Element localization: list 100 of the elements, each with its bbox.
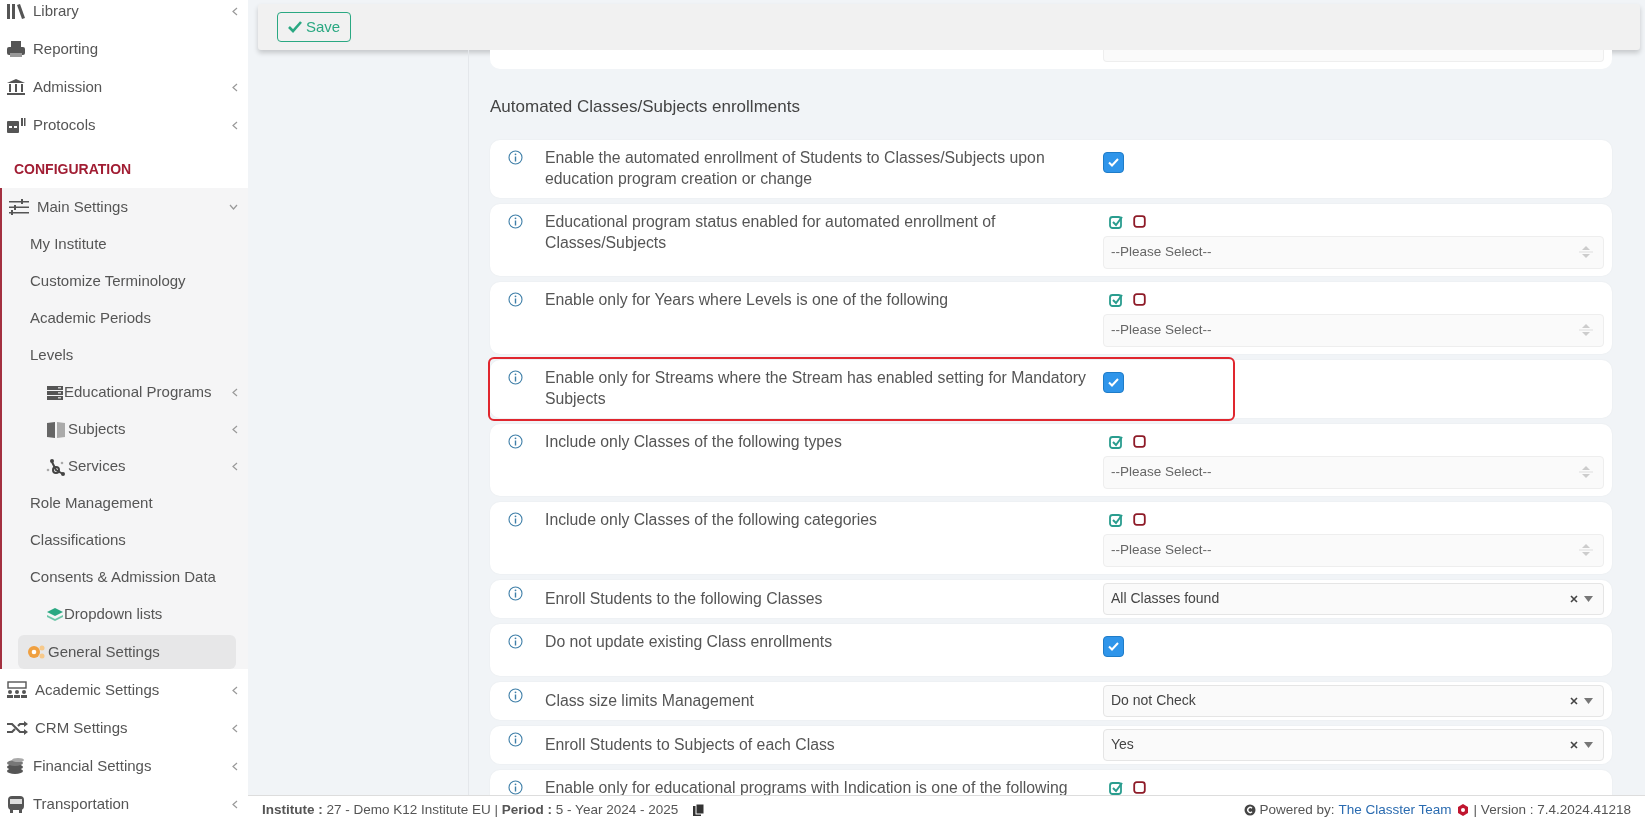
sidebar-item[interactable]: Academic Settings — [0, 671, 248, 709]
check-all-icon[interactable] — [1109, 214, 1123, 229]
logo-icon — [1455, 803, 1470, 817]
info-icon[interactable] — [508, 213, 523, 229]
chevron-down-icon[interactable] — [229, 204, 238, 210]
version-text: | Version : 7.4.2024.41218 — [1473, 800, 1631, 819]
multi-select-field[interactable]: --Please Select-- — [1103, 533, 1604, 567]
clear-icon[interactable] — [1570, 594, 1578, 603]
setting-label: Enable the automated enrollment of Students to Classes/Subjects upon education program creation or change — [545, 147, 1046, 189]
printer-icon — [6, 40, 26, 58]
checkbox[interactable] — [1103, 635, 1124, 657]
powered-by-text: Powered by: — [1259, 800, 1335, 819]
sidebar-item[interactable]: Financial Settings — [0, 747, 248, 785]
setting-label: Include only Classes of the following types — [545, 431, 843, 452]
sidebar-item[interactable]: General Settings — [18, 635, 236, 669]
setting-label: Enable only for educational programs with Indication is one of the following — [545, 777, 1069, 795]
chevron-left-icon[interactable] — [232, 388, 238, 397]
nodes-icon — [46, 457, 66, 476]
sidebar-item[interactable]: Protocols — [0, 106, 248, 144]
sidebar-item[interactable]: Dropdown lists — [18, 596, 248, 633]
section-header: CONFIGURATION — [14, 160, 132, 179]
shuffle-icon — [6, 720, 28, 736]
sidebar-item[interactable]: Educational Programs — [18, 374, 248, 411]
setting-label: Enable only for Years where Levels is one of the following — [545, 289, 950, 310]
chevron-left-icon[interactable] — [232, 462, 238, 471]
clear-icon[interactable] — [1570, 696, 1578, 705]
uncheck-all-icon[interactable] — [1133, 435, 1146, 448]
info-icon[interactable] — [508, 511, 523, 527]
sidebar-item[interactable]: Main Settings — [2, 188, 248, 226]
checkbox[interactable] — [1103, 371, 1124, 393]
select-field[interactable]: Yes — [1103, 728, 1604, 761]
sidebar-item[interactable]: Reporting — [0, 30, 248, 68]
sidebar-item[interactable]: Academic Periods — [18, 300, 248, 337]
copy-icon[interactable] — [692, 803, 706, 817]
uncheck-all-icon[interactable] — [1133, 781, 1146, 794]
check-all-icon[interactable] — [1109, 292, 1123, 307]
info-icon[interactable] — [508, 291, 523, 307]
info-icon[interactable] — [508, 149, 523, 165]
info-icon[interactable] — [508, 687, 523, 703]
check-icon — [1108, 377, 1119, 387]
setting-label: Include only Classes of the following categories — [545, 509, 878, 530]
coins-icon — [6, 757, 26, 775]
sidebar-item[interactable]: CRM Settings — [0, 709, 248, 747]
book-icon — [46, 420, 66, 439]
sliders-icon — [8, 199, 30, 215]
uncheck-all-icon[interactable] — [1133, 513, 1146, 526]
sidebar-item[interactable]: Transportation — [0, 785, 248, 823]
check-all-icon[interactable] — [1109, 434, 1123, 449]
layers-icon — [46, 606, 64, 623]
caret-icon[interactable] — [1584, 595, 1593, 602]
sidebar-item[interactable]: My Institute — [18, 226, 248, 263]
select-field[interactable]: Do not Check — [1103, 684, 1604, 717]
info-icon[interactable] — [508, 585, 523, 601]
info-icon[interactable] — [508, 779, 523, 795]
people-icon — [6, 681, 28, 699]
spinner-icon — [1579, 321, 1593, 339]
check-icon — [1108, 157, 1119, 167]
chevron-left-icon[interactable] — [232, 761, 238, 771]
checkbox[interactable] — [1103, 151, 1124, 173]
select-field[interactable]: All Classes found — [1103, 582, 1604, 615]
bank-icon — [6, 78, 26, 96]
section-title: Automated Classes/Subjects enrollments — [490, 96, 801, 118]
check-all-icon[interactable] — [1109, 512, 1123, 527]
info-icon[interactable] — [508, 369, 523, 385]
chevron-left-icon[interactable] — [232, 6, 238, 16]
clear-icon[interactable] — [1570, 740, 1578, 749]
setting-label: Enroll Students to the following Classes — [545, 588, 824, 609]
multi-select-field[interactable]: --Please Select-- — [1103, 455, 1604, 489]
check-all-icon[interactable] — [1109, 780, 1123, 795]
caret-icon[interactable] — [1584, 741, 1593, 748]
uncheck-all-icon[interactable] — [1133, 293, 1146, 306]
server-icon — [46, 384, 64, 401]
caret-icon[interactable] — [1584, 697, 1593, 704]
sidebar-item[interactable]: Role Management — [18, 485, 248, 522]
sidebar-item[interactable]: Library — [0, 0, 248, 30]
sidebar-item[interactable]: Consents & Admission Data — [18, 559, 248, 596]
spinner-icon — [1579, 243, 1593, 261]
chevron-left-icon[interactable] — [232, 82, 238, 92]
chevron-left-icon[interactable] — [232, 685, 238, 695]
spinner-icon — [1579, 541, 1593, 559]
chevron-left-icon[interactable] — [232, 723, 238, 733]
multi-select-field[interactable]: --Please Select-- — [1103, 235, 1604, 269]
setting-label: Do not update existing Class enrollments — [545, 631, 834, 652]
sidebar-item[interactable]: Services — [18, 448, 248, 485]
sidebar-item[interactable]: Admission — [0, 68, 248, 106]
info-icon[interactable] — [508, 731, 523, 747]
info-icon[interactable] — [508, 633, 523, 649]
team-link[interactable]: The Classter Team — [1338, 799, 1452, 821]
sidebar-item[interactable]: Levels — [18, 337, 248, 374]
uncheck-all-icon[interactable] — [1133, 215, 1146, 228]
multi-select-field[interactable]: --Please Select-- — [1103, 313, 1604, 347]
check-icon — [1108, 641, 1119, 651]
sidebar-item[interactable]: Customize Terminology — [18, 263, 248, 300]
sidebar-item[interactable]: Subjects — [18, 411, 248, 448]
chevron-left-icon[interactable] — [232, 425, 238, 434]
sidebar-item[interactable]: Classifications — [18, 522, 248, 559]
info-icon[interactable] — [508, 433, 523, 449]
chevron-left-icon[interactable] — [232, 120, 238, 130]
chevron-left-icon[interactable] — [232, 799, 238, 809]
gear-icon — [26, 643, 46, 661]
